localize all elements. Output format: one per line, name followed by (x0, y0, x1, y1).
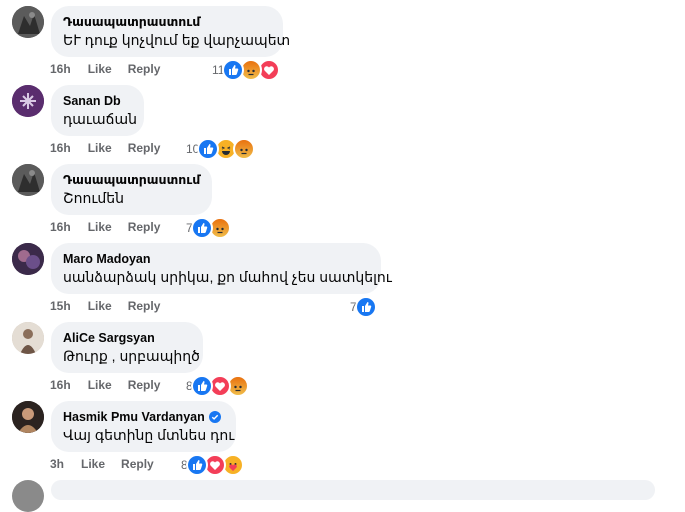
avatar[interactable] (12, 85, 44, 117)
avatar[interactable] (12, 322, 44, 354)
comment-actions: 16h Like Reply (50, 378, 176, 392)
reply-button[interactable]: Reply (128, 299, 161, 313)
like-reaction-icon (197, 138, 220, 160)
like-reaction-icon (185, 454, 208, 476)
comment-text: սանձարձակ սրիկա, քո մահով չես սատկելու (63, 269, 392, 285)
comment-bubble: Դասապատրաստում ԵՒ դուք կոչվում եք վարչապ… (51, 6, 291, 57)
comment-author[interactable]: Դասապատրաստում (63, 14, 271, 30)
comment-time[interactable]: 3h (50, 457, 64, 471)
comment-author[interactable]: AliCe Sargsyan (63, 330, 191, 346)
comment-actions: 16h Like Reply (50, 62, 176, 76)
comment-bubble: AliCe Sargsyan Թուրք , սրբապիղծ (51, 322, 203, 373)
like-button[interactable]: Like (88, 299, 112, 313)
reaction-summary[interactable]: 11 (212, 59, 281, 81)
like-reaction-icon (190, 375, 213, 397)
avatar[interactable] (12, 401, 44, 433)
comment-time[interactable]: 16h (50, 62, 71, 76)
like-button[interactable]: Like (88, 141, 112, 155)
like-button[interactable]: Like (88, 220, 112, 234)
comment-time[interactable]: 16h (50, 220, 71, 234)
reply-button[interactable]: Reply (121, 457, 154, 471)
reaction-summary[interactable]: 7 (186, 217, 231, 239)
avatar[interactable] (12, 6, 44, 38)
comment-author[interactable]: Hasmik Pmu Vardanyan (63, 409, 224, 425)
reaction-summary[interactable]: 7 (350, 296, 377, 318)
comment-time[interactable]: 16h (50, 378, 71, 392)
next-comment-bubble (51, 480, 655, 500)
reply-button[interactable]: Reply (128, 378, 161, 392)
comment-actions: 16h Like Reply (50, 220, 176, 234)
comment-time[interactable]: 15h (50, 299, 71, 313)
comment-bubble: Sanan Db դաւաճան (51, 85, 144, 136)
author-name[interactable]: Hasmik Pmu Vardanyan (63, 409, 205, 425)
comment-time[interactable]: 16h (50, 141, 71, 155)
comment-actions: 3h Like Reply (50, 457, 170, 471)
reply-button[interactable]: Reply (128, 62, 161, 76)
reply-button[interactable]: Reply (128, 220, 161, 234)
like-button[interactable]: Like (88, 62, 112, 76)
reply-button[interactable]: Reply (128, 141, 161, 155)
comment-actions: 15h Like Reply (50, 299, 176, 313)
comment-bubble: Maro Madoyan սանձարձակ սրիկա, քո մահով չ… (51, 243, 392, 294)
comment-actions: 16h Like Reply (50, 141, 176, 155)
comment-text: Շոումեն (63, 190, 125, 206)
angry-reaction-icon (233, 138, 256, 160)
like-button[interactable]: Like (88, 378, 112, 392)
comment-bubble: Դասապատրաստում Շոումեն (51, 164, 212, 215)
like-button[interactable]: Like (81, 457, 105, 471)
like-reaction-icon (222, 59, 245, 81)
comment-author[interactable]: Sanan Db (63, 93, 132, 109)
comment-text: ԵՒ դուք կոչվում եք վարչապետ (63, 32, 291, 48)
comment-bubble: Hasmik Pmu Vardanyan Վայ գետինը մտնես դո… (51, 401, 236, 452)
avatar[interactable] (12, 164, 44, 196)
reaction-summary[interactable]: 10 (186, 138, 256, 160)
comment-author[interactable]: Maro Madoyan (63, 251, 369, 267)
comment-text: Թուրք , սրբապիղծ (63, 348, 200, 364)
comment-text: Վայ գետինը մտնես դու (63, 427, 235, 443)
reaction-summary[interactable]: 8 (186, 375, 249, 397)
reaction-summary[interactable]: 8 (181, 454, 244, 476)
comment-text: դաւաճան (63, 111, 137, 127)
avatar[interactable] (12, 243, 44, 275)
like-reaction-icon (190, 217, 213, 239)
like-reaction-icon (354, 296, 377, 318)
verified-badge-icon (208, 411, 221, 423)
comment-author[interactable]: Դասապատրաստում (63, 172, 200, 188)
